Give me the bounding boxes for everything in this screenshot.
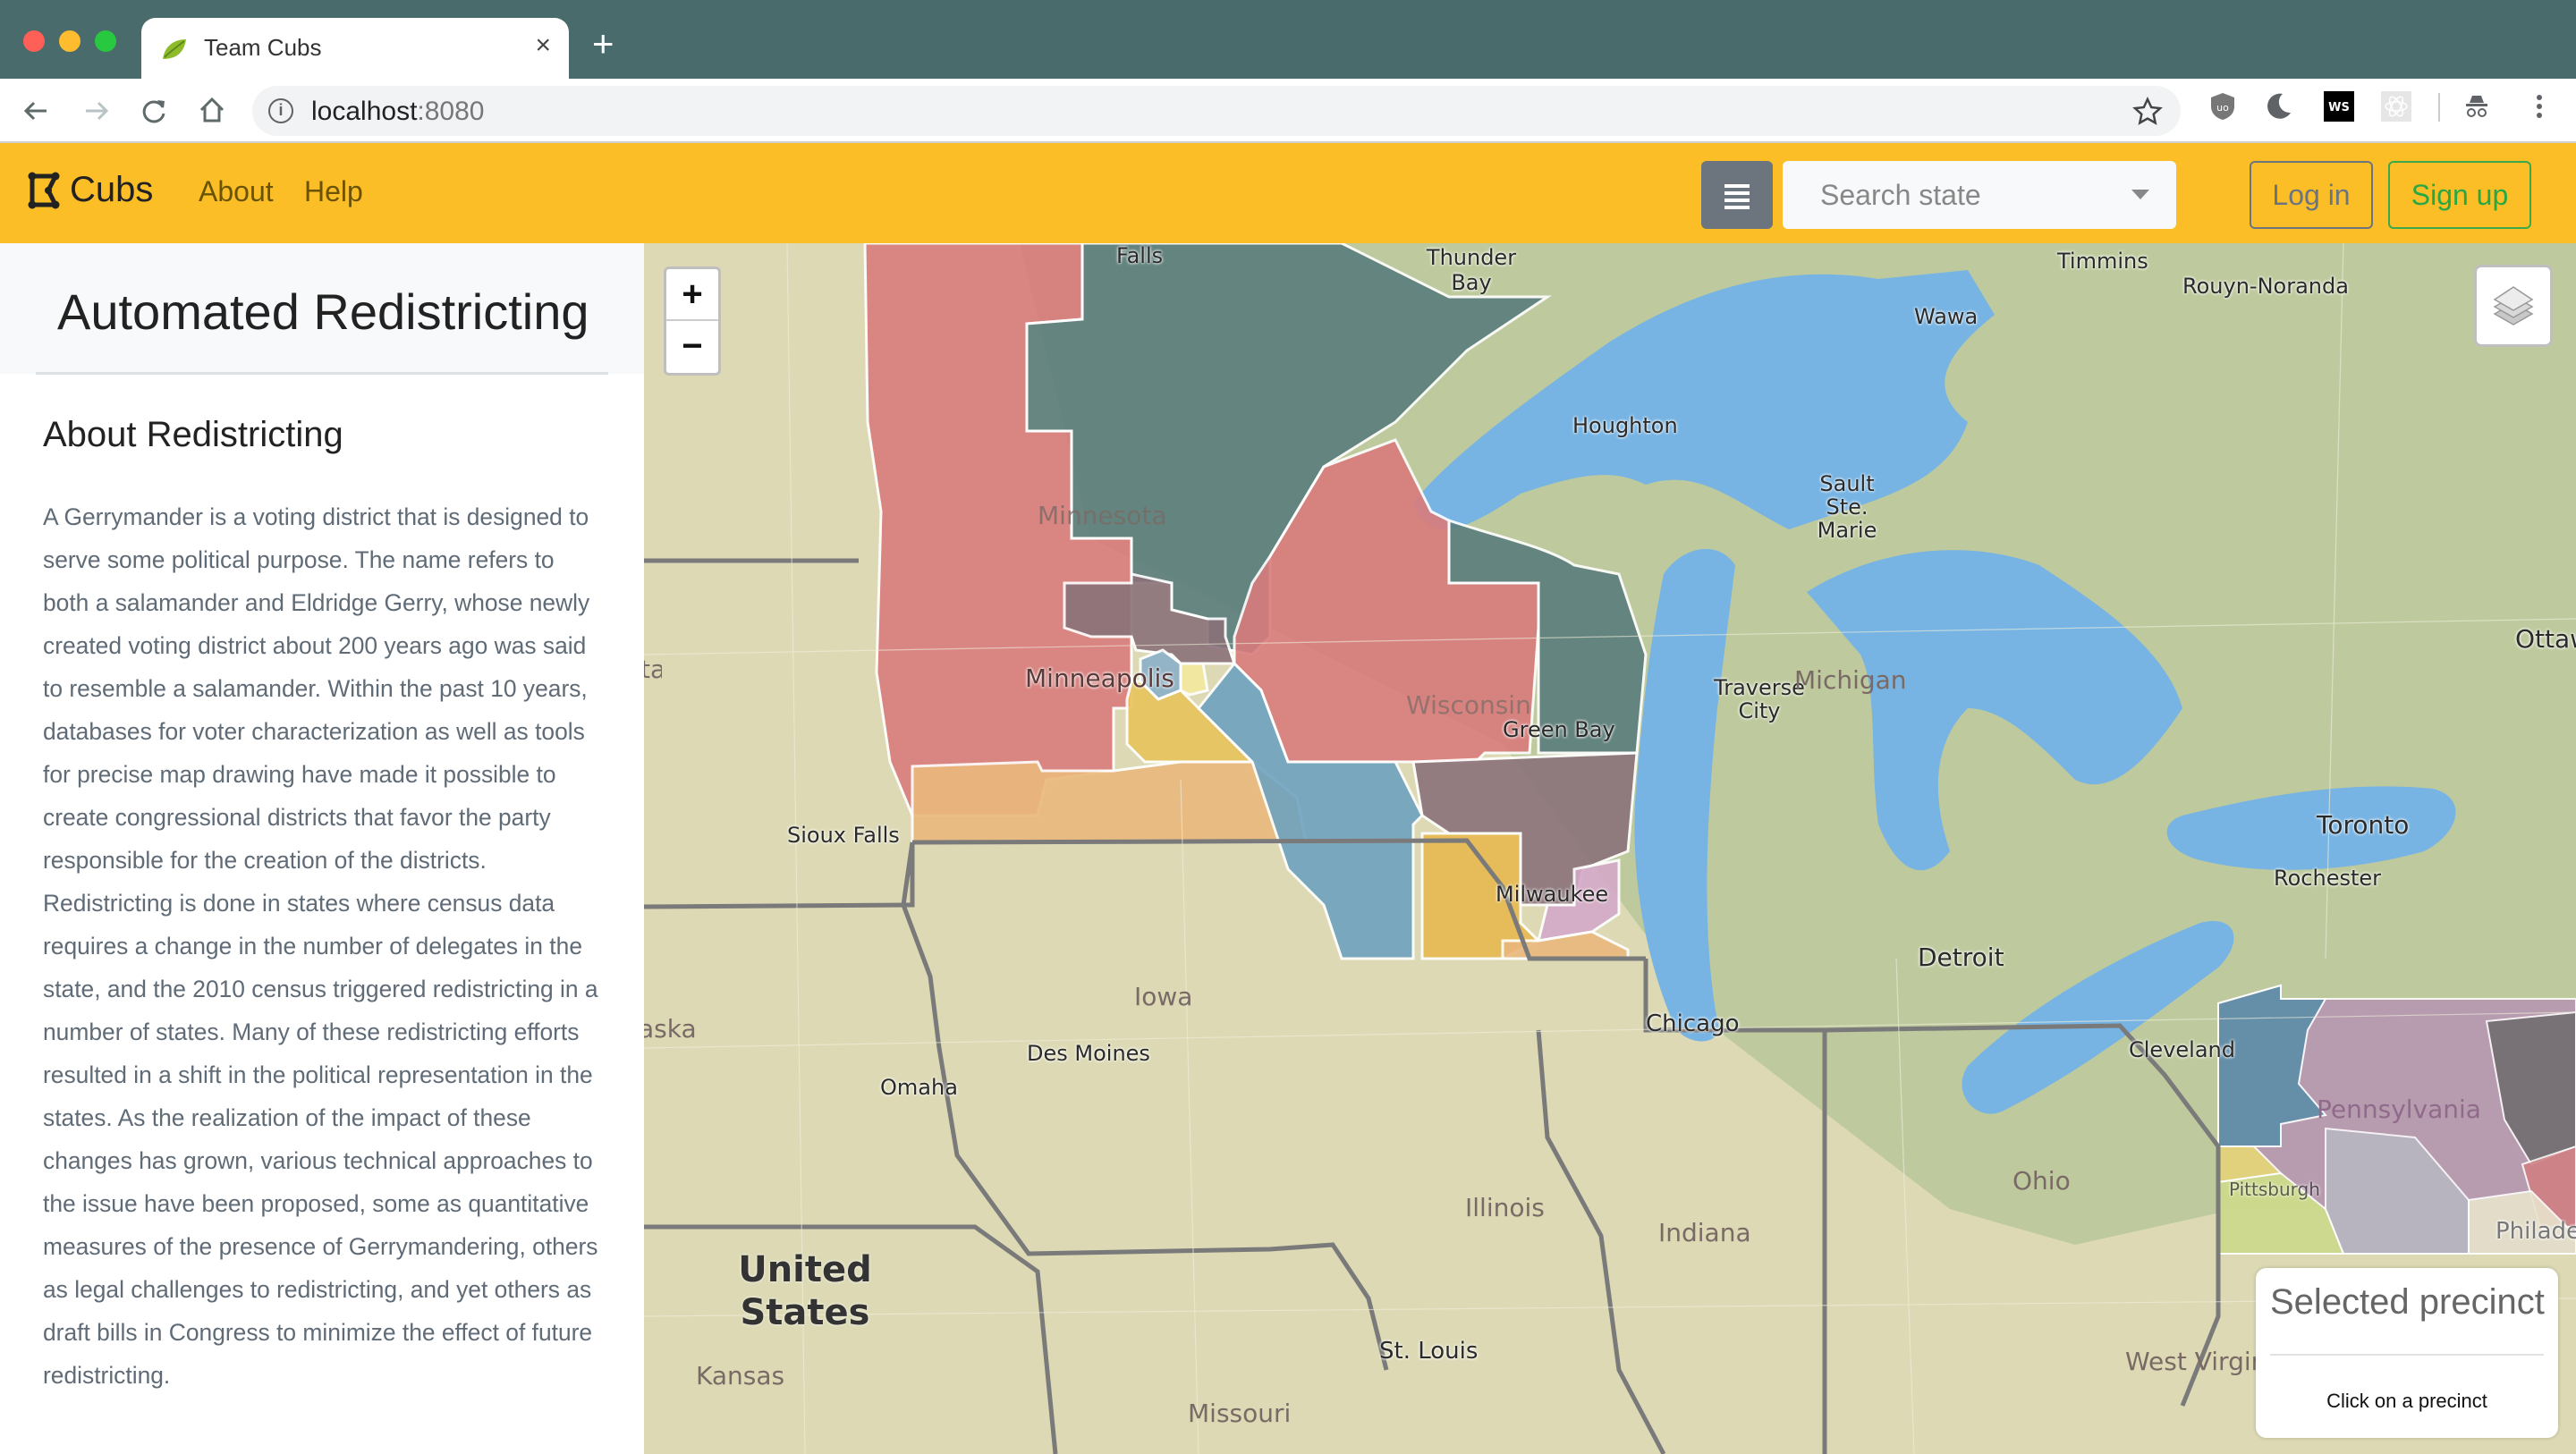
- panel-divider: [2270, 1354, 2544, 1356]
- label-omaha: Omaha: [880, 1075, 958, 1100]
- maximize-window-button[interactable]: [95, 30, 116, 52]
- about-text: A Gerrymander is a voting district that …: [43, 495, 606, 1397]
- label-illinois: Illinois: [1465, 1193, 1545, 1222]
- sidebar-toggle-button[interactable]: [1701, 161, 1773, 229]
- label-pittsburgh: Pittsburgh: [2229, 1179, 2320, 1200]
- tab-title: Team Cubs: [204, 34, 322, 61]
- layers-icon: [2493, 286, 2534, 325]
- label-falls: Falls: [1116, 243, 1164, 268]
- zoom-control: + −: [664, 266, 721, 376]
- sidebar-header: Automated Redistricting: [0, 243, 644, 374]
- bookmark-star-icon[interactable]: [2132, 97, 2163, 127]
- search-state-placeholder: Search state: [1820, 179, 1981, 211]
- label-wisconsin: Wisconsin: [1406, 690, 1531, 720]
- label-iowa: Iowa: [1134, 982, 1193, 1011]
- label-kansas: Kansas: [696, 1361, 785, 1391]
- about-paragraph: Redistricting is done in states where ce…: [43, 890, 598, 1389]
- label-sault-ste-marie: Sault Ste. Marie: [1817, 471, 1877, 543]
- label-rochester: Rochester: [2274, 866, 2381, 891]
- app-navbar: Cubs About Help Search state Log in Sign…: [0, 143, 2576, 243]
- url-host: localhost: [311, 97, 418, 126]
- home-icon[interactable]: [197, 95, 227, 125]
- nav-link-about[interactable]: About: [199, 175, 274, 208]
- label-wawa: Wawa: [1914, 304, 1979, 329]
- brand-name: Cubs: [70, 170, 154, 209]
- label-houghton: Houghton: [1572, 413, 1678, 438]
- forward-arrow-icon[interactable]: [82, 97, 111, 125]
- label-des-moines: Des Moines: [1027, 1041, 1150, 1066]
- zoom-out-button[interactable]: −: [666, 321, 718, 373]
- label-michigan: Michigan: [1794, 665, 1907, 695]
- search-state-select[interactable]: Search state: [1783, 161, 2176, 229]
- url-text[interactable]: localhost:8080: [311, 97, 484, 127]
- nav-link-help[interactable]: Help: [304, 175, 363, 208]
- zoom-in-button[interactable]: +: [666, 269, 718, 321]
- brand-link[interactable]: Cubs: [27, 170, 153, 210]
- district-mn-1[interactable]: [911, 760, 1308, 844]
- label-nebraska: aska: [644, 1014, 697, 1044]
- browser-tab[interactable]: Team Cubs ×: [141, 18, 569, 80]
- label-green-bay: Green Bay: [1503, 717, 1615, 742]
- label-minnesota: Minnesota: [1038, 501, 1167, 530]
- about-heading: About Redistricting: [43, 415, 343, 454]
- ublock-icon[interactable]: uo: [2207, 91, 2238, 122]
- label-toronto: Toronto: [2317, 810, 2410, 840]
- incognito-icon[interactable]: [2462, 91, 2492, 122]
- new-tab-button[interactable]: +: [592, 25, 614, 63]
- selected-precinct-panel: Selected precinct Click on a precinct: [2256, 1268, 2558, 1438]
- sidebar-divider: [36, 372, 608, 375]
- brand-logo-icon: [28, 172, 60, 208]
- label-chicago: Chicago: [1646, 1010, 1740, 1037]
- browser-tab-strip: Team Cubs × +: [0, 0, 2576, 80]
- label-pennsylvania: Pennsylvania: [2317, 1095, 2481, 1124]
- label-cleveland: Cleveland: [2129, 1037, 2235, 1062]
- label-ottawa: Ottawa: [2515, 624, 2576, 654]
- browser-toolbar: i localhost:8080 uo WS: [0, 79, 2576, 143]
- label-rouyn-noranda: Rouyn-Noranda: [2182, 274, 2349, 299]
- selected-precinct-hint: Click on a precinct: [2326, 1390, 2487, 1412]
- tab-close-icon[interactable]: ×: [535, 30, 551, 61]
- dark-mode-moon-icon[interactable]: [2263, 91, 2293, 122]
- label-st-louis: St. Louis: [1379, 1338, 1479, 1365]
- svg-text:uo: uo: [2216, 102, 2229, 114]
- ws-extension-icon[interactable]: WS: [2324, 91, 2354, 122]
- district-mn-4[interactable]: [1179, 662, 1209, 697]
- address-bar[interactable]: i localhost:8080: [252, 86, 2181, 136]
- login-button[interactable]: Log in: [2250, 161, 2373, 229]
- label-ohio: Ohio: [2012, 1166, 2071, 1196]
- svg-text:WS: WS: [2328, 101, 2350, 114]
- selected-precinct-title: Selected precinct: [2270, 1282, 2545, 1322]
- label-timmins: Timmins: [2057, 249, 2148, 274]
- hamburger-icon: [1724, 184, 1750, 188]
- chrome-menu-kebab-icon[interactable]: [2524, 91, 2555, 122]
- label-thunder-bay: Thunder Bay: [1426, 245, 1517, 295]
- label-minneapolis: Minneapolis: [1025, 664, 1174, 693]
- leaf-favicon-icon: [163, 39, 186, 59]
- dropdown-caret-icon: [2131, 190, 2149, 199]
- back-arrow-icon[interactable]: [21, 97, 50, 125]
- react-devtools-icon[interactable]: [2381, 91, 2411, 122]
- label-detroit: Detroit: [1918, 943, 2004, 972]
- signup-button[interactable]: Sign up: [2388, 161, 2531, 229]
- sidebar: Automated Redistricting About Redistrict…: [0, 243, 644, 1454]
- about-paragraph: A Gerrymander is a voting district that …: [43, 503, 590, 874]
- label-south-dakota: ta: [644, 655, 662, 684]
- reload-icon[interactable]: [140, 97, 168, 125]
- label-united-states: United States: [738, 1249, 872, 1333]
- page-title: Automated Redistricting: [57, 283, 589, 340]
- url-port: :8080: [417, 97, 485, 126]
- label-missouri: Missouri: [1188, 1399, 1292, 1428]
- site-info-icon[interactable]: i: [268, 98, 293, 123]
- label-philadelphia: Philadelphia: [2496, 1218, 2576, 1245]
- label-milwaukee: Milwaukee: [1496, 882, 1609, 907]
- close-window-button[interactable]: [23, 30, 45, 52]
- label-sioux-falls: Sioux Falls: [787, 823, 900, 848]
- layers-control-button[interactable]: [2474, 265, 2553, 347]
- toolbar-separator: [2438, 93, 2440, 122]
- label-indiana: Indiana: [1658, 1218, 1751, 1247]
- minimize-window-button[interactable]: [59, 30, 80, 52]
